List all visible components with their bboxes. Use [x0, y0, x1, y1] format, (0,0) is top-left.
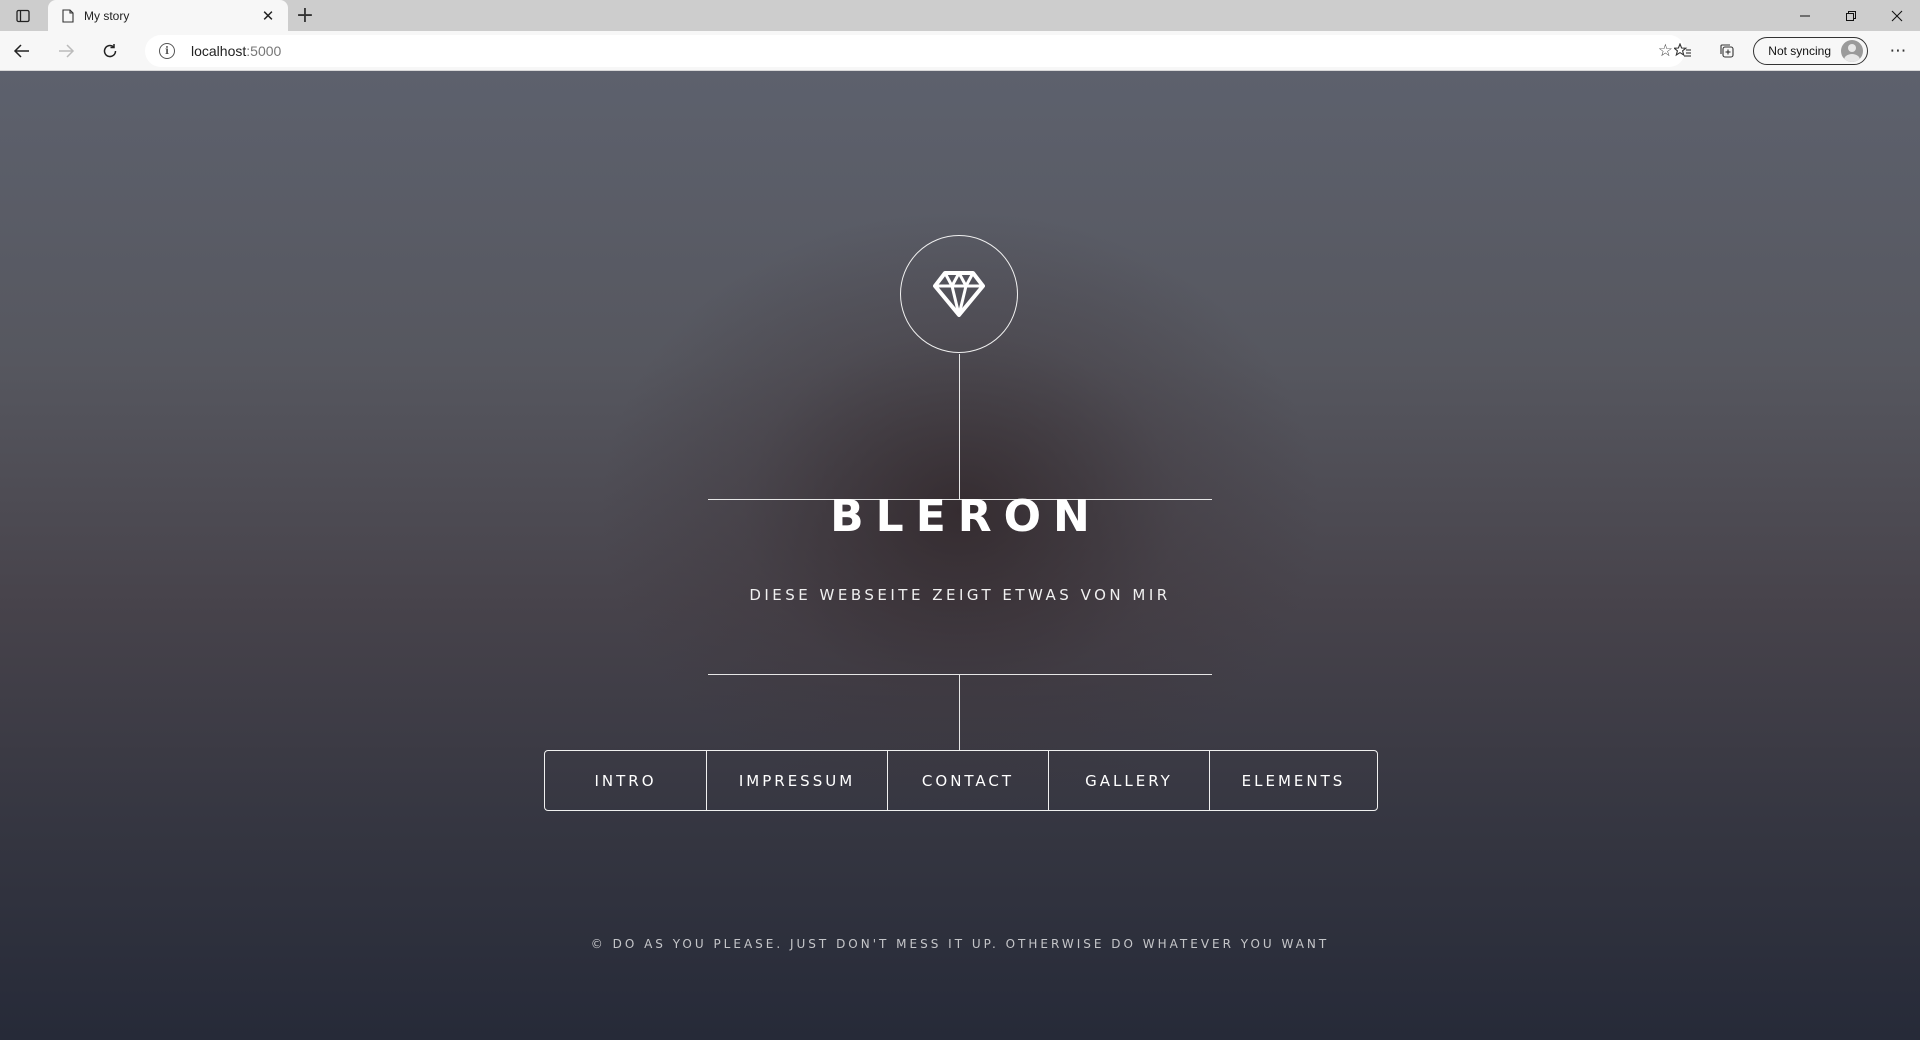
address-bar[interactable]: i localhost:5000 ☆ — [145, 35, 1685, 67]
page-icon — [62, 8, 74, 23]
tab-actions-button[interactable] — [0, 0, 46, 31]
settings-more-button[interactable]: ⋯ — [1876, 31, 1920, 71]
more-icon: ⋯ — [1889, 41, 1907, 61]
forward-arrow-icon — [59, 43, 75, 58]
refresh-button[interactable] — [88, 31, 132, 71]
nav-item-intro[interactable]: INTRO — [545, 751, 706, 810]
connector-line-top — [959, 354, 960, 499]
url-port: :5000 — [246, 43, 282, 59]
window-controls — [1782, 0, 1920, 31]
back-arrow-icon — [13, 43, 29, 58]
site-subtitle: DIESE WEBSEITE ZEIGT ETWAS VON MIR — [749, 586, 1171, 604]
minimize-icon — [1800, 15, 1810, 16]
tab-title: My story — [84, 8, 130, 23]
nav-item-elements[interactable]: ELEMENTS — [1209, 751, 1377, 810]
restore-icon — [1846, 10, 1856, 21]
connector-line-bottom — [959, 674, 960, 750]
toolbar-icons: Not syncing ⋯ — [1661, 31, 1920, 71]
url-text: localhost:5000 — [191, 43, 281, 59]
url-host: localhost — [191, 43, 247, 59]
new-tab-button[interactable]: + — [288, 0, 322, 31]
nav-item-impressum[interactable]: IMPRESSUM — [706, 751, 887, 810]
back-button[interactable] — [0, 31, 44, 71]
restore-button[interactable] — [1828, 0, 1874, 31]
close-window-button[interactable] — [1874, 0, 1920, 31]
site-title: BLERON — [830, 491, 1102, 542]
main-nav: INTRO IMPRESSUM CONTACT GALLERY ELEMENTS — [544, 750, 1378, 811]
forward-button[interactable] — [44, 31, 88, 71]
collections-icon — [1720, 44, 1734, 58]
profile-button[interactable]: Not syncing — [1753, 37, 1868, 65]
nav-item-contact[interactable]: CONTACT — [887, 751, 1048, 810]
minimize-button[interactable] — [1782, 0, 1828, 31]
diamond-icon — [933, 271, 985, 317]
nav-item-gallery[interactable]: GALLERY — [1048, 751, 1209, 810]
divider-line-bottom — [708, 674, 1212, 675]
close-tab-icon[interactable]: ✕ — [258, 7, 278, 25]
browser-tab[interactable]: My story ✕ — [48, 0, 288, 31]
refresh-icon — [103, 43, 117, 57]
browser-toolbar: i localhost:5000 ☆ Not syncing ⋯ — [0, 31, 1920, 71]
sync-status-label: Not syncing — [1768, 44, 1831, 58]
browser-tab-bar: My story ✕ + — [0, 0, 1920, 31]
tab-actions-icon — [16, 9, 30, 22]
logo-circle — [900, 235, 1018, 353]
site-info-icon[interactable]: i — [159, 43, 175, 59]
avatar-icon — [1841, 40, 1863, 62]
favorites-button[interactable] — [1661, 31, 1705, 71]
close-icon — [1891, 10, 1903, 21]
collections-button[interactable] — [1705, 31, 1749, 71]
page-content: BLERON DIESE WEBSEITE ZEIGT ETWAS VON MI… — [0, 71, 1920, 1040]
footer-copyright: © DO AS YOU PLEASE. JUST DON'T MESS IT U… — [590, 937, 1330, 951]
favorites-icon — [1674, 43, 1692, 57]
